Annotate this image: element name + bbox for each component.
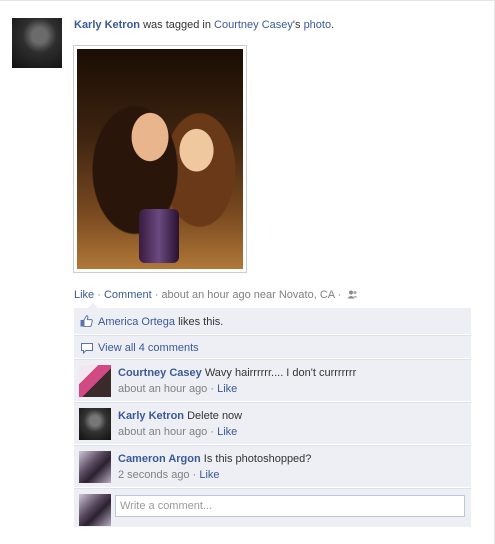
comment-bubble-icon <box>81 343 93 357</box>
comment-input[interactable] <box>115 495 465 517</box>
comment-item: Courtney Casey Wavy hairrrrrr.... I don'… <box>74 359 471 402</box>
current-user-avatar <box>79 494 111 526</box>
action-separator: · <box>94 289 104 301</box>
comment-item: Cameron Argon Is this photoshopped? 2 se… <box>74 445 471 488</box>
comment-timestamp[interactable]: about an hour ago <box>118 426 207 438</box>
comment-text: Delete now <box>184 410 243 422</box>
photo-image <box>77 49 243 269</box>
meta-separator: · <box>189 469 200 481</box>
meta-separator: · <box>207 383 218 395</box>
actor-link[interactable]: Karly Ketron <box>74 19 140 31</box>
likes-sentence-row: America Ortega likes this. <box>74 303 471 335</box>
comment-item: Karly Ketron Delete now about an hour ag… <box>74 402 471 445</box>
comment-timestamp[interactable]: 2 seconds ago <box>118 469 190 481</box>
photo-link[interactable]: photo <box>304 19 332 31</box>
comment-body: Cameron Argon Is this photoshopped? <box>118 453 311 465</box>
meta-separator: · <box>207 426 218 438</box>
commenter-name-link[interactable]: Courtney Casey <box>118 367 202 379</box>
comment-meta: 2 seconds ago · Like <box>118 469 220 481</box>
comment-like-link[interactable]: Like <box>199 469 219 481</box>
thumbs-up-icon <box>80 315 93 330</box>
commenter-name-link[interactable]: Cameron Argon <box>118 453 201 465</box>
story-headline: Karly Ketron was tagged in Courtney Case… <box>74 19 334 31</box>
feedback-caret <box>88 303 98 308</box>
story-verb: was tagged in <box>140 19 215 31</box>
comment-like-link[interactable]: Like <box>217 383 237 395</box>
view-all-comments-link[interactable]: View all 4 comments <box>98 342 199 354</box>
liker-link[interactable]: America Ortega <box>98 316 175 328</box>
feedback-box: America Ortega likes this. View all 4 co… <box>74 303 471 528</box>
tagged-photo[interactable] <box>73 45 247 273</box>
commenter-avatar[interactable] <box>79 451 111 483</box>
action-separator: · <box>151 289 162 301</box>
story-actor-avatar[interactable] <box>12 18 62 68</box>
likes-suffix: likes this. <box>175 316 224 328</box>
comment-like-link[interactable]: Like <box>217 426 237 438</box>
comment-text: Wavy hairrrrrr.... I don't currrrrrr <box>201 367 357 379</box>
story-actions: Like · Comment · about an hour ago near … <box>74 289 358 301</box>
commenter-name-link[interactable]: Karly Ketron <box>118 410 184 422</box>
view-all-comments-row[interactable]: View all 4 comments <box>74 335 471 359</box>
comment-timestamp[interactable]: about an hour ago <box>118 383 207 395</box>
comment-meta: about an hour ago · Like <box>118 383 237 395</box>
comment-text: Is this photoshopped? <box>200 453 312 465</box>
story-period: . <box>331 19 335 31</box>
comment-meta: about an hour ago · Like <box>118 426 237 438</box>
comment-body: Karly Ketron Delete now <box>118 410 242 422</box>
comment-composer-row <box>74 488 471 528</box>
commenter-avatar[interactable] <box>79 408 111 440</box>
comment-body: Courtney Casey Wavy hairrrrrr.... I don'… <box>118 367 356 379</box>
comment-link[interactable]: Comment <box>104 289 152 301</box>
friends-privacy-icon[interactable] <box>347 290 358 299</box>
action-separator: · <box>334 289 345 301</box>
story-possessive: 's <box>292 19 304 31</box>
top-divider <box>0 0 495 1</box>
like-link[interactable]: Like <box>74 289 94 301</box>
story-timestamp[interactable]: about an hour ago near Novato, CA <box>161 289 334 301</box>
photo-can-detail <box>139 209 179 263</box>
owner-link[interactable]: Courtney Casey <box>214 19 293 31</box>
commenter-avatar[interactable] <box>79 365 111 397</box>
